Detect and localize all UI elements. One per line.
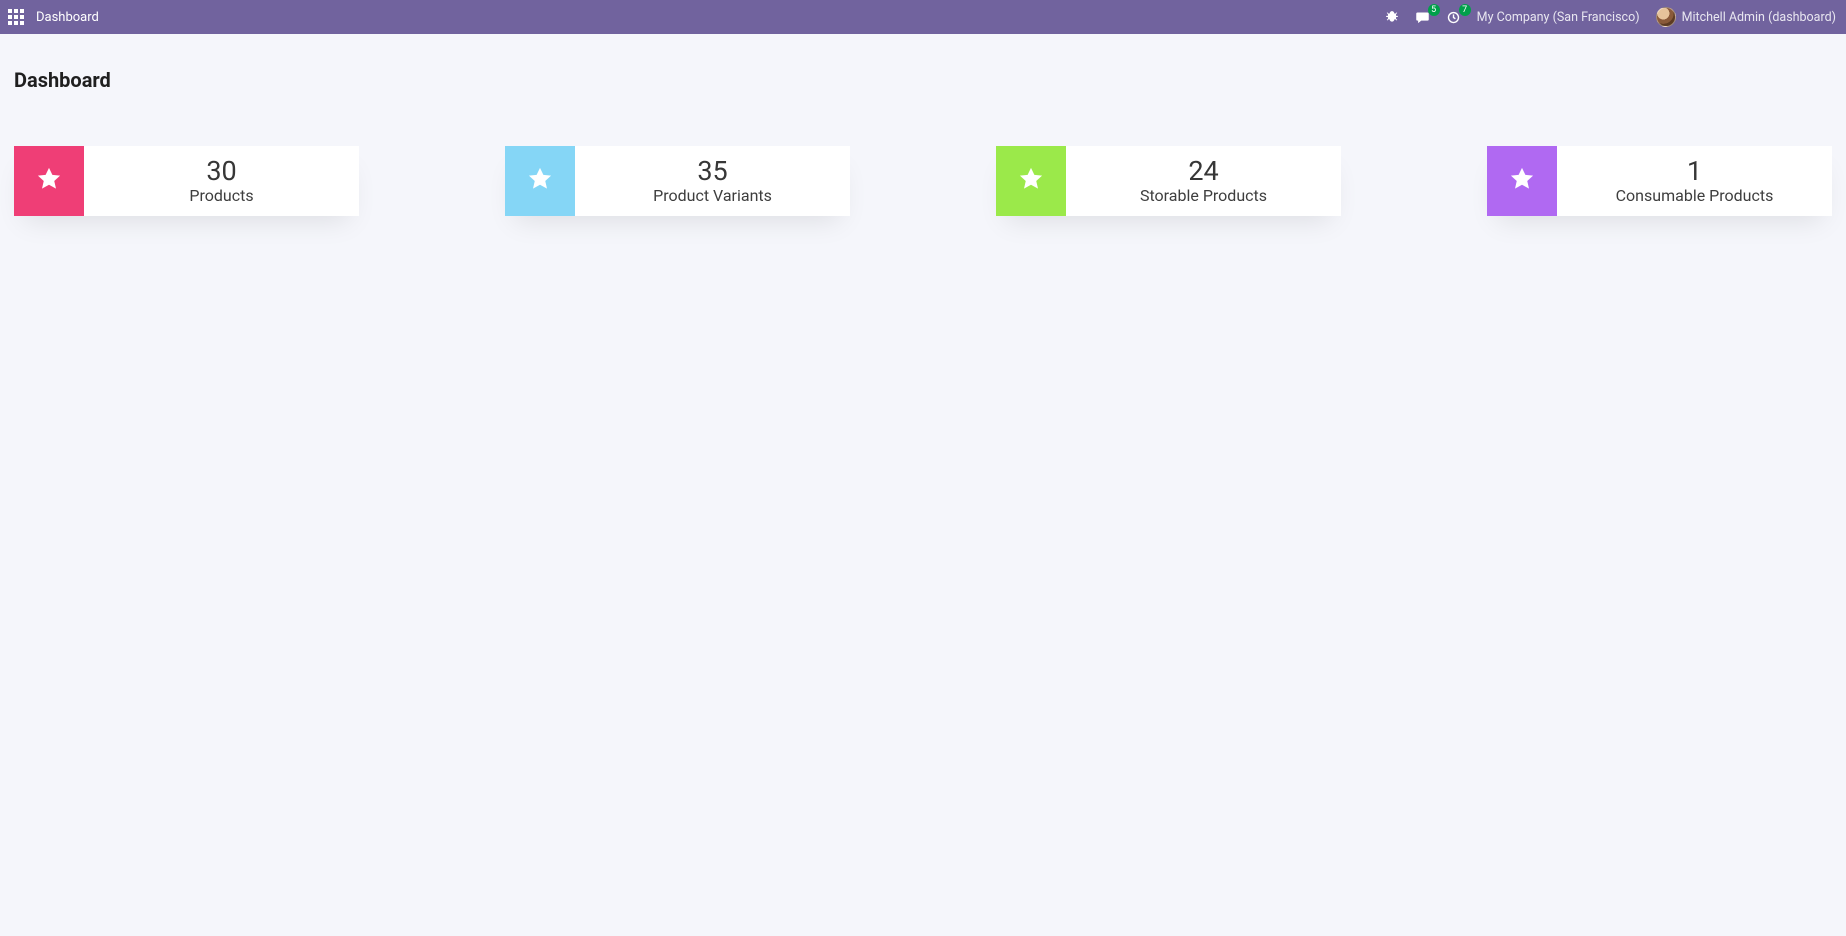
activities-icon[interactable]: 7 <box>1446 10 1461 25</box>
stat-value: 35 <box>697 157 727 185</box>
stat-card-accent <box>14 146 84 216</box>
avatar <box>1656 7 1676 27</box>
top-navbar: Dashboard 5 7 My Company (San Francisco)… <box>0 0 1846 34</box>
stat-card-accent <box>505 146 575 216</box>
star-icon <box>35 165 63 197</box>
stat-label: Products <box>189 186 253 205</box>
stat-card-body: 1 Consumable Products <box>1557 146 1832 216</box>
main-content: Dashboard 30 Products 35 Product Variant <box>0 34 1846 216</box>
star-icon <box>526 165 554 197</box>
stat-card-body: 30 Products <box>84 146 359 216</box>
activities-badge: 7 <box>1459 4 1471 16</box>
stat-label: Product Variants <box>653 186 772 205</box>
stat-card-product-variants[interactable]: 35 Product Variants <box>505 146 850 216</box>
stat-cards-row: 30 Products 35 Product Variants <box>0 92 1846 216</box>
messages-badge: 5 <box>1428 4 1440 16</box>
user-name: Mitchell Admin (dashboard) <box>1682 10 1836 25</box>
stat-card-consumable-products[interactable]: 1 Consumable Products <box>1487 146 1832 216</box>
stat-card-accent <box>1487 146 1557 216</box>
stat-card-storable-products[interactable]: 24 Storable Products <box>996 146 1341 216</box>
navbar-app-title[interactable]: Dashboard <box>36 10 99 25</box>
stat-card-accent <box>996 146 1066 216</box>
apps-menu-icon[interactable] <box>8 9 24 25</box>
stat-card-products[interactable]: 30 Products <box>14 146 359 216</box>
stat-card-body: 35 Product Variants <box>575 146 850 216</box>
page-title: Dashboard <box>0 34 1846 92</box>
company-switcher[interactable]: My Company (San Francisco) <box>1477 10 1640 25</box>
stat-card-body: 24 Storable Products <box>1066 146 1341 216</box>
star-icon <box>1017 165 1045 197</box>
stat-value: 1 <box>1687 157 1702 185</box>
star-icon <box>1508 165 1536 197</box>
user-menu[interactable]: Mitchell Admin (dashboard) <box>1656 7 1836 27</box>
messages-icon[interactable]: 5 <box>1415 10 1430 25</box>
debug-icon[interactable] <box>1385 10 1399 24</box>
stat-label: Storable Products <box>1140 186 1267 205</box>
stat-label: Consumable Products <box>1616 186 1774 205</box>
stat-value: 24 <box>1188 157 1218 185</box>
stat-value: 30 <box>206 157 236 185</box>
